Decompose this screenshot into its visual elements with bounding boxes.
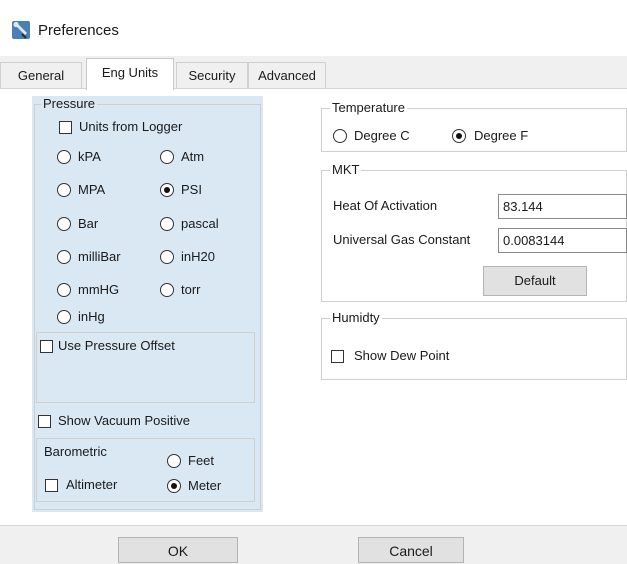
show-dew-point-label: Show Dew Point	[354, 348, 450, 363]
tab-eng-units[interactable]: Eng Units	[86, 58, 174, 90]
tab-security[interactable]: Security	[176, 62, 248, 88]
radio-psi[interactable]	[160, 183, 174, 197]
universal-gas-constant-input[interactable]: 0.0083144	[498, 228, 627, 253]
barometric-legend: Barometric	[44, 444, 107, 459]
pressure-legend: Pressure	[41, 96, 98, 111]
radio-pascal-label: pascal	[181, 216, 219, 231]
radio-inh20[interactable]	[160, 250, 174, 264]
units-from-logger-label: Units from Logger	[79, 119, 183, 134]
radio-mpa-label: MPA	[78, 182, 106, 197]
radio-feet[interactable]	[167, 454, 181, 468]
radio-feet-label: Feet	[188, 453, 215, 468]
heat-of-activation-label: Heat Of Activation	[333, 198, 438, 213]
radio-kpa[interactable]	[57, 150, 71, 164]
radio-mmhg[interactable]	[57, 283, 71, 297]
radio-meter-label: Meter	[188, 478, 222, 493]
radio-kpa-label: kPA	[78, 149, 101, 164]
radio-mmhg-label: mmHG	[78, 282, 120, 297]
use-pressure-offset-label: Use Pressure Offset	[58, 338, 175, 353]
units-from-logger-checkbox[interactable]	[59, 121, 72, 134]
radio-torr[interactable]	[160, 283, 174, 297]
radio-degree-f-label: Degree F	[474, 128, 529, 143]
radio-torr-label: torr	[181, 282, 201, 297]
tab-advanced[interactable]: Advanced	[248, 62, 326, 88]
wrench-icon	[11, 20, 31, 40]
radio-mpa[interactable]	[57, 183, 71, 197]
radio-millibar[interactable]	[57, 250, 71, 264]
humidity-legend: Humidty	[330, 310, 382, 325]
radio-bar-label: Bar	[78, 216, 99, 231]
radio-meter[interactable]	[167, 479, 181, 493]
altimeter-checkbox[interactable]	[45, 479, 58, 492]
temperature-legend: Temperature	[330, 100, 407, 115]
radio-millibar-label: milliBar	[78, 249, 121, 264]
button-bar	[0, 525, 627, 564]
show-vacuum-positive-label: Show Vacuum Positive	[58, 413, 190, 428]
show-vacuum-positive-checkbox[interactable]	[38, 415, 51, 428]
radio-inh20-label: inH20	[181, 249, 215, 264]
mkt-legend: MKT	[330, 162, 362, 177]
window-title: Preferences	[38, 22, 119, 39]
radio-atm-label: Atm	[181, 149, 205, 164]
radio-inhg-label: inHg	[78, 309, 105, 324]
universal-gas-constant-label: Universal Gas Constant	[333, 232, 471, 247]
tab-general[interactable]: General	[0, 62, 82, 88]
radio-degree-f[interactable]	[452, 129, 466, 143]
radio-degree-c[interactable]	[333, 129, 347, 143]
cancel-button[interactable]: Cancel	[358, 537, 464, 563]
radio-inhg[interactable]	[57, 310, 71, 324]
radio-degree-c-label: Degree C	[354, 128, 410, 143]
radio-pascal[interactable]	[160, 217, 174, 231]
radio-atm[interactable]	[160, 150, 174, 164]
show-dew-point-checkbox[interactable]	[331, 350, 344, 363]
heat-of-activation-input[interactable]: 83.144	[498, 194, 627, 219]
radio-psi-label: PSI	[181, 182, 202, 197]
ok-button[interactable]: OK	[118, 537, 238, 563]
radio-bar[interactable]	[57, 217, 71, 231]
default-button[interactable]: Default	[483, 266, 587, 296]
altimeter-label: Altimeter	[66, 477, 118, 492]
use-pressure-offset-checkbox[interactable]	[40, 340, 53, 353]
